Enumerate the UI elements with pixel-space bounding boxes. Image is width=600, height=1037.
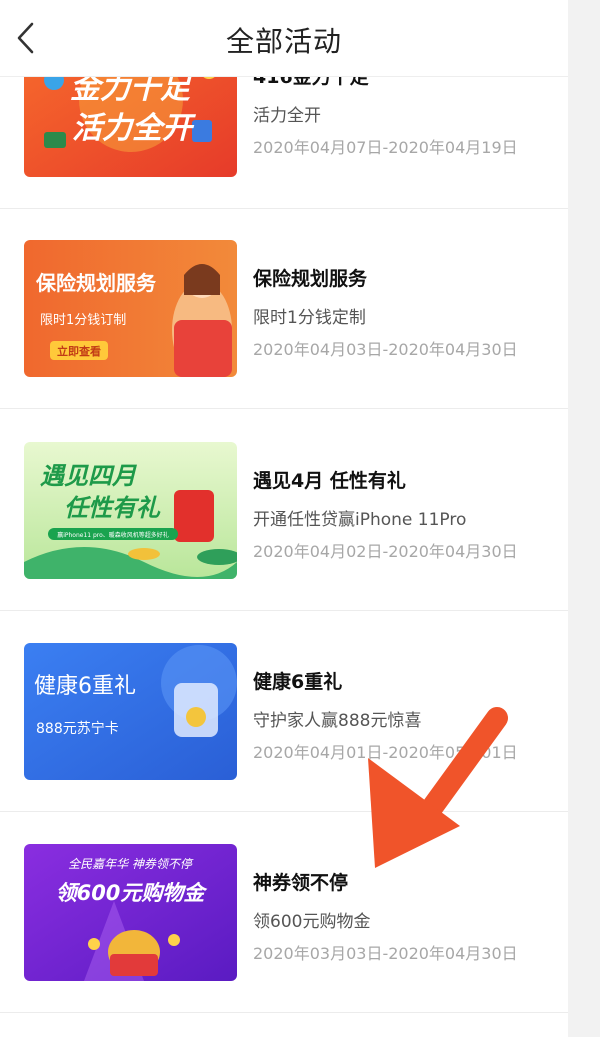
activity-title-4: 健康6重礼: [253, 671, 343, 693]
activity-item-4[interactable]: 健康6重礼 888元苏宁卡 健康6重礼 守护家人赢888元惊喜 2020年04月…: [0, 611, 568, 812]
activity-subtitle-1: 活力全开: [253, 106, 321, 126]
banner-5-subheadline: 领600元购物金: [56, 881, 208, 905]
activity-dates-4: 2020年04月01日-2020年05月01日: [253, 743, 518, 762]
activity-dates-5: 2020年03月03日-2020年04月30日: [253, 944, 518, 963]
activity-item-5[interactable]: 全民嘉年华 神券领不停 领600元购物金 神券领不停 领600元购物金 2020…: [0, 812, 568, 1013]
activity-subtitle-3: 开通任性贷赢iPhone 11Pro: [253, 510, 467, 530]
activity-subtitle-4: 守护家人赢888元惊喜: [253, 711, 422, 731]
banner-2-headline: 保险规划服务: [35, 271, 157, 295]
activity-page: 金力十足 活力全开 416金力十足 活力全开 2020年04月07日-2020年…: [0, 0, 568, 1037]
activity-dates-2: 2020年04月03日-2020年04月30日: [253, 340, 518, 359]
activity-dates-1: 2020年04月07日-2020年04月19日: [253, 138, 518, 157]
banner-2-cta: 立即查看: [57, 344, 101, 358]
activity-item-2[interactable]: 保险规划服务 限时1分钱订制 立即查看 保险规划服务 限时1分钱定制 2020年…: [0, 208, 568, 409]
activity-banner-4: 健康6重礼 888元苏宁卡: [24, 643, 237, 780]
activity-subtitle-2: 限时1分钱定制: [253, 308, 366, 328]
banner-3-headline: 遇见四月: [40, 462, 137, 490]
page-title: 全部活动: [225, 25, 342, 58]
activity-banner-5: 全民嘉年华 神券领不停 领600元购物金: [24, 844, 237, 981]
activity-title-2: 保险规划服务: [253, 268, 368, 290]
activity-item-3[interactable]: 遇见四月 任性有礼 赢iPhone11 pro、暖森收风机等超多好礼 遇见4月 …: [0, 410, 568, 611]
activity-title-3: 遇见4月 任性有礼: [253, 470, 406, 492]
banner-4-headline: 健康6重礼: [34, 674, 136, 699]
banner-1-subheadline: 活力全开: [72, 111, 197, 146]
activity-subtitle-5: 领600元购物金: [253, 912, 371, 932]
banner-3-subheadline: 任性有礼: [64, 494, 161, 522]
activity-banner-3: 遇见四月 任性有礼 赢iPhone11 pro、暖森收风机等超多好礼: [24, 442, 237, 579]
activity-title-5: 神券领不停: [253, 872, 349, 894]
banner-2-subheadline: 限时1分钱订制: [40, 313, 126, 328]
activity-banner-2: 保险规划服务 限时1分钱订制 立即查看: [24, 240, 237, 377]
banner-4-subheadline: 888元苏宁卡: [36, 720, 119, 737]
top-nav-bar: 全部活动: [0, 0, 568, 77]
activity-dates-3: 2020年04月02日-2020年04月30日: [253, 542, 518, 561]
banner-3-tagline: 赢iPhone11 pro、暖森收风机等超多好礼: [57, 531, 169, 539]
banner-5-headline: 全民嘉年华 神券领不停: [68, 857, 194, 871]
